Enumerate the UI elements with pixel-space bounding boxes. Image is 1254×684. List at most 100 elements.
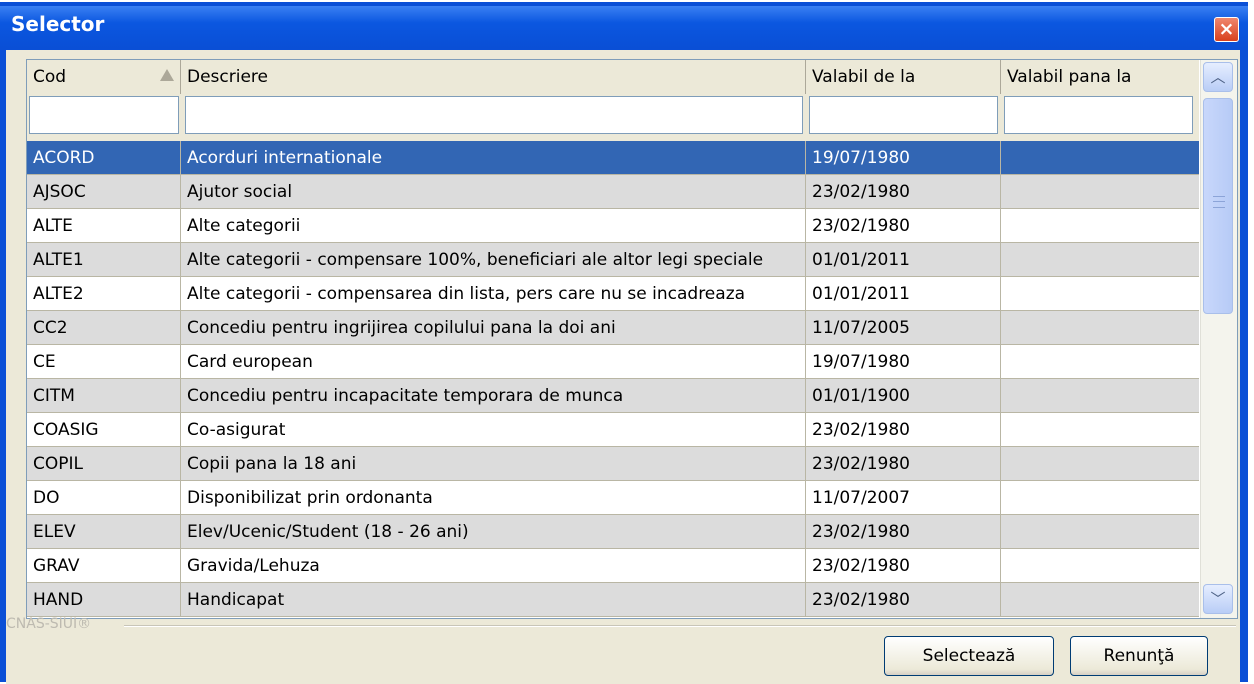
- table-row[interactable]: CITM Concediu pentru incapacitate tempora…: [27, 379, 1199, 413]
- cell-pana-la: [1001, 277, 1199, 311]
- title-bar[interactable]: Selector ×: [0, 6, 1248, 48]
- vertical-scrollbar[interactable]: ︿ ﹀: [1200, 60, 1237, 618]
- table-row[interactable]: ALTE Alte categorii 23/02/1980: [27, 209, 1199, 243]
- column-label: Valabil pana la: [1007, 67, 1132, 87]
- cell-pana-la: [1001, 413, 1199, 447]
- cell-pana-la: [1001, 141, 1199, 175]
- cell-cod: ALTE: [27, 209, 181, 243]
- cell-pana-la: [1001, 515, 1199, 549]
- cell-descriere: Ajutor social: [181, 175, 806, 209]
- cell-de-la: 23/02/1980: [806, 583, 1001, 617]
- cell-de-la: 01/01/2011: [806, 243, 1001, 277]
- cell-descriere: Concediu pentru ingrijirea copilului pan…: [181, 311, 806, 345]
- table-row[interactable]: GRAV Gravida/Lehuza 23/02/1980: [27, 549, 1199, 583]
- cell-descriere: Acorduri internationale: [181, 141, 806, 175]
- cell-descriere: Concediu pentru incapacitate temporara d…: [181, 379, 806, 413]
- cell-de-la: 23/02/1980: [806, 413, 1001, 447]
- cell-pana-la: [1001, 379, 1199, 413]
- cell-pana-la: [1001, 345, 1199, 379]
- column-header-descriere[interactable]: Descriere: [181, 60, 806, 94]
- filter-valabil-de-la-input[interactable]: [809, 96, 998, 134]
- cell-cod: COASIG: [27, 413, 181, 447]
- grid-rows: ACORD Acorduri internationale 19/07/1980 AJ…: [27, 141, 1199, 617]
- cell-descriere: Gravida/Lehuza: [181, 549, 806, 583]
- window-title: Selector: [11, 12, 105, 36]
- cell-cod: HAND: [27, 583, 181, 617]
- table-row[interactable]: CC2 Concediu pentru ingrijirea copilului …: [27, 311, 1199, 345]
- cell-de-la: 11/07/2007: [806, 481, 1001, 515]
- cell-cod: CC2: [27, 311, 181, 345]
- cell-cod: ELEV: [27, 515, 181, 549]
- cell-de-la: 01/01/1900: [806, 379, 1001, 413]
- cell-de-la: 23/02/1980: [806, 175, 1001, 209]
- cell-pana-la: [1001, 481, 1199, 515]
- cell-descriere: Alte categorii - compensarea din lista, …: [181, 277, 806, 311]
- table-row[interactable]: COASIG Co-asigurat 23/02/1980: [27, 413, 1199, 447]
- selector-grid: Cod Descriere Valabil de la Valabil pana…: [26, 59, 1238, 619]
- cell-cod: DO: [27, 481, 181, 515]
- cell-de-la: 23/02/1980: [806, 447, 1001, 481]
- table-row[interactable]: AJSOC Ajutor social 23/02/1980: [27, 175, 1199, 209]
- cell-cod: CE: [27, 345, 181, 379]
- table-row[interactable]: ELEV Elev/Ucenic/Student (18 - 26 ani) 23/…: [27, 515, 1199, 549]
- cell-cod: GRAV: [27, 549, 181, 583]
- close-button[interactable]: ×: [1214, 17, 1239, 42]
- table-row[interactable]: DO Disponibilizat prin ordonanta 11/07/200…: [27, 481, 1199, 515]
- cell-descriere: Alte categorii: [181, 209, 806, 243]
- filter-valabil-pana-la-input[interactable]: [1004, 96, 1193, 134]
- close-icon: ×: [1218, 18, 1235, 40]
- table-row[interactable]: CE Card european 19/07/1980: [27, 345, 1199, 379]
- cell-descriere: Co-asigurat: [181, 413, 806, 447]
- branding-label: CNAS-SIUI®: [6, 616, 92, 632]
- table-row[interactable]: ACORD Acorduri internationale 19/07/1980: [27, 141, 1199, 175]
- grip-icon: [1213, 196, 1225, 208]
- cell-pana-la: [1001, 209, 1199, 243]
- cell-cod: ACORD: [27, 141, 181, 175]
- cell-descriere: Copii pana la 18 ani: [181, 447, 806, 481]
- cell-descriere: Disponibilizat prin ordonanta: [181, 481, 806, 515]
- filter-descriere-input[interactable]: [185, 96, 803, 134]
- cell-descriere: Card european: [181, 345, 806, 379]
- cancel-button[interactable]: Renunţă: [1070, 636, 1208, 676]
- selector-window: Selector × Cod Descriere Valabil de la V…: [0, 0, 1248, 684]
- cell-de-la: 19/07/1980: [806, 141, 1001, 175]
- column-label: Descriere: [187, 67, 268, 87]
- cell-de-la: 23/02/1980: [806, 549, 1001, 583]
- sort-ascending-icon: [160, 69, 174, 81]
- grid-header: Cod Descriere Valabil de la Valabil pana…: [27, 60, 1199, 142]
- cell-de-la: 01/01/2011: [806, 277, 1001, 311]
- cell-pana-la: [1001, 243, 1199, 277]
- cell-pana-la: [1001, 549, 1199, 583]
- scroll-thumb[interactable]: [1203, 98, 1233, 314]
- column-label: Cod: [33, 67, 67, 87]
- cell-cod: AJSOC: [27, 175, 181, 209]
- cell-cod: ALTE1: [27, 243, 181, 277]
- cell-pana-la: [1001, 175, 1199, 209]
- cell-descriere: Handicapat: [181, 583, 806, 617]
- cell-de-la: 11/07/2005: [806, 311, 1001, 345]
- table-row[interactable]: ALTE2 Alte categorii - compensarea din li…: [27, 277, 1199, 311]
- separator: [124, 625, 1236, 627]
- column-label: Valabil de la: [812, 67, 916, 87]
- cell-de-la: 19/07/1980: [806, 345, 1001, 379]
- chevron-up-icon: ︿: [1210, 68, 1226, 86]
- table-row[interactable]: HAND Handicapat 23/02/1980: [27, 583, 1199, 617]
- scroll-up-button[interactable]: ︿: [1203, 62, 1233, 92]
- column-header-valabil-pana-la[interactable]: Valabil pana la: [1001, 60, 1199, 94]
- column-header-cod[interactable]: Cod: [27, 60, 181, 94]
- column-header-valabil-de-la[interactable]: Valabil de la: [806, 60, 1001, 94]
- table-row[interactable]: ALTE1 Alte categorii - compensare 100%, b…: [27, 243, 1199, 277]
- cell-cod: CITM: [27, 379, 181, 413]
- cell-descriere: Elev/Ucenic/Student (18 - 26 ani): [181, 515, 806, 549]
- dialog-body: Cod Descriere Valabil de la Valabil pana…: [6, 50, 1240, 684]
- cell-descriere: Alte categorii - compensare 100%, benefi…: [181, 243, 806, 277]
- cell-pana-la: [1001, 311, 1199, 345]
- cell-cod: COPIL: [27, 447, 181, 481]
- table-row[interactable]: COPIL Copii pana la 18 ani 23/02/1980: [27, 447, 1199, 481]
- chevron-down-icon: ﹀: [1210, 590, 1226, 608]
- select-button[interactable]: Selectează: [884, 636, 1054, 676]
- filter-cod-input[interactable]: [29, 96, 179, 134]
- cell-de-la: 23/02/1980: [806, 209, 1001, 243]
- scroll-down-button[interactable]: ﹀: [1203, 584, 1233, 614]
- cell-cod: ALTE2: [27, 277, 181, 311]
